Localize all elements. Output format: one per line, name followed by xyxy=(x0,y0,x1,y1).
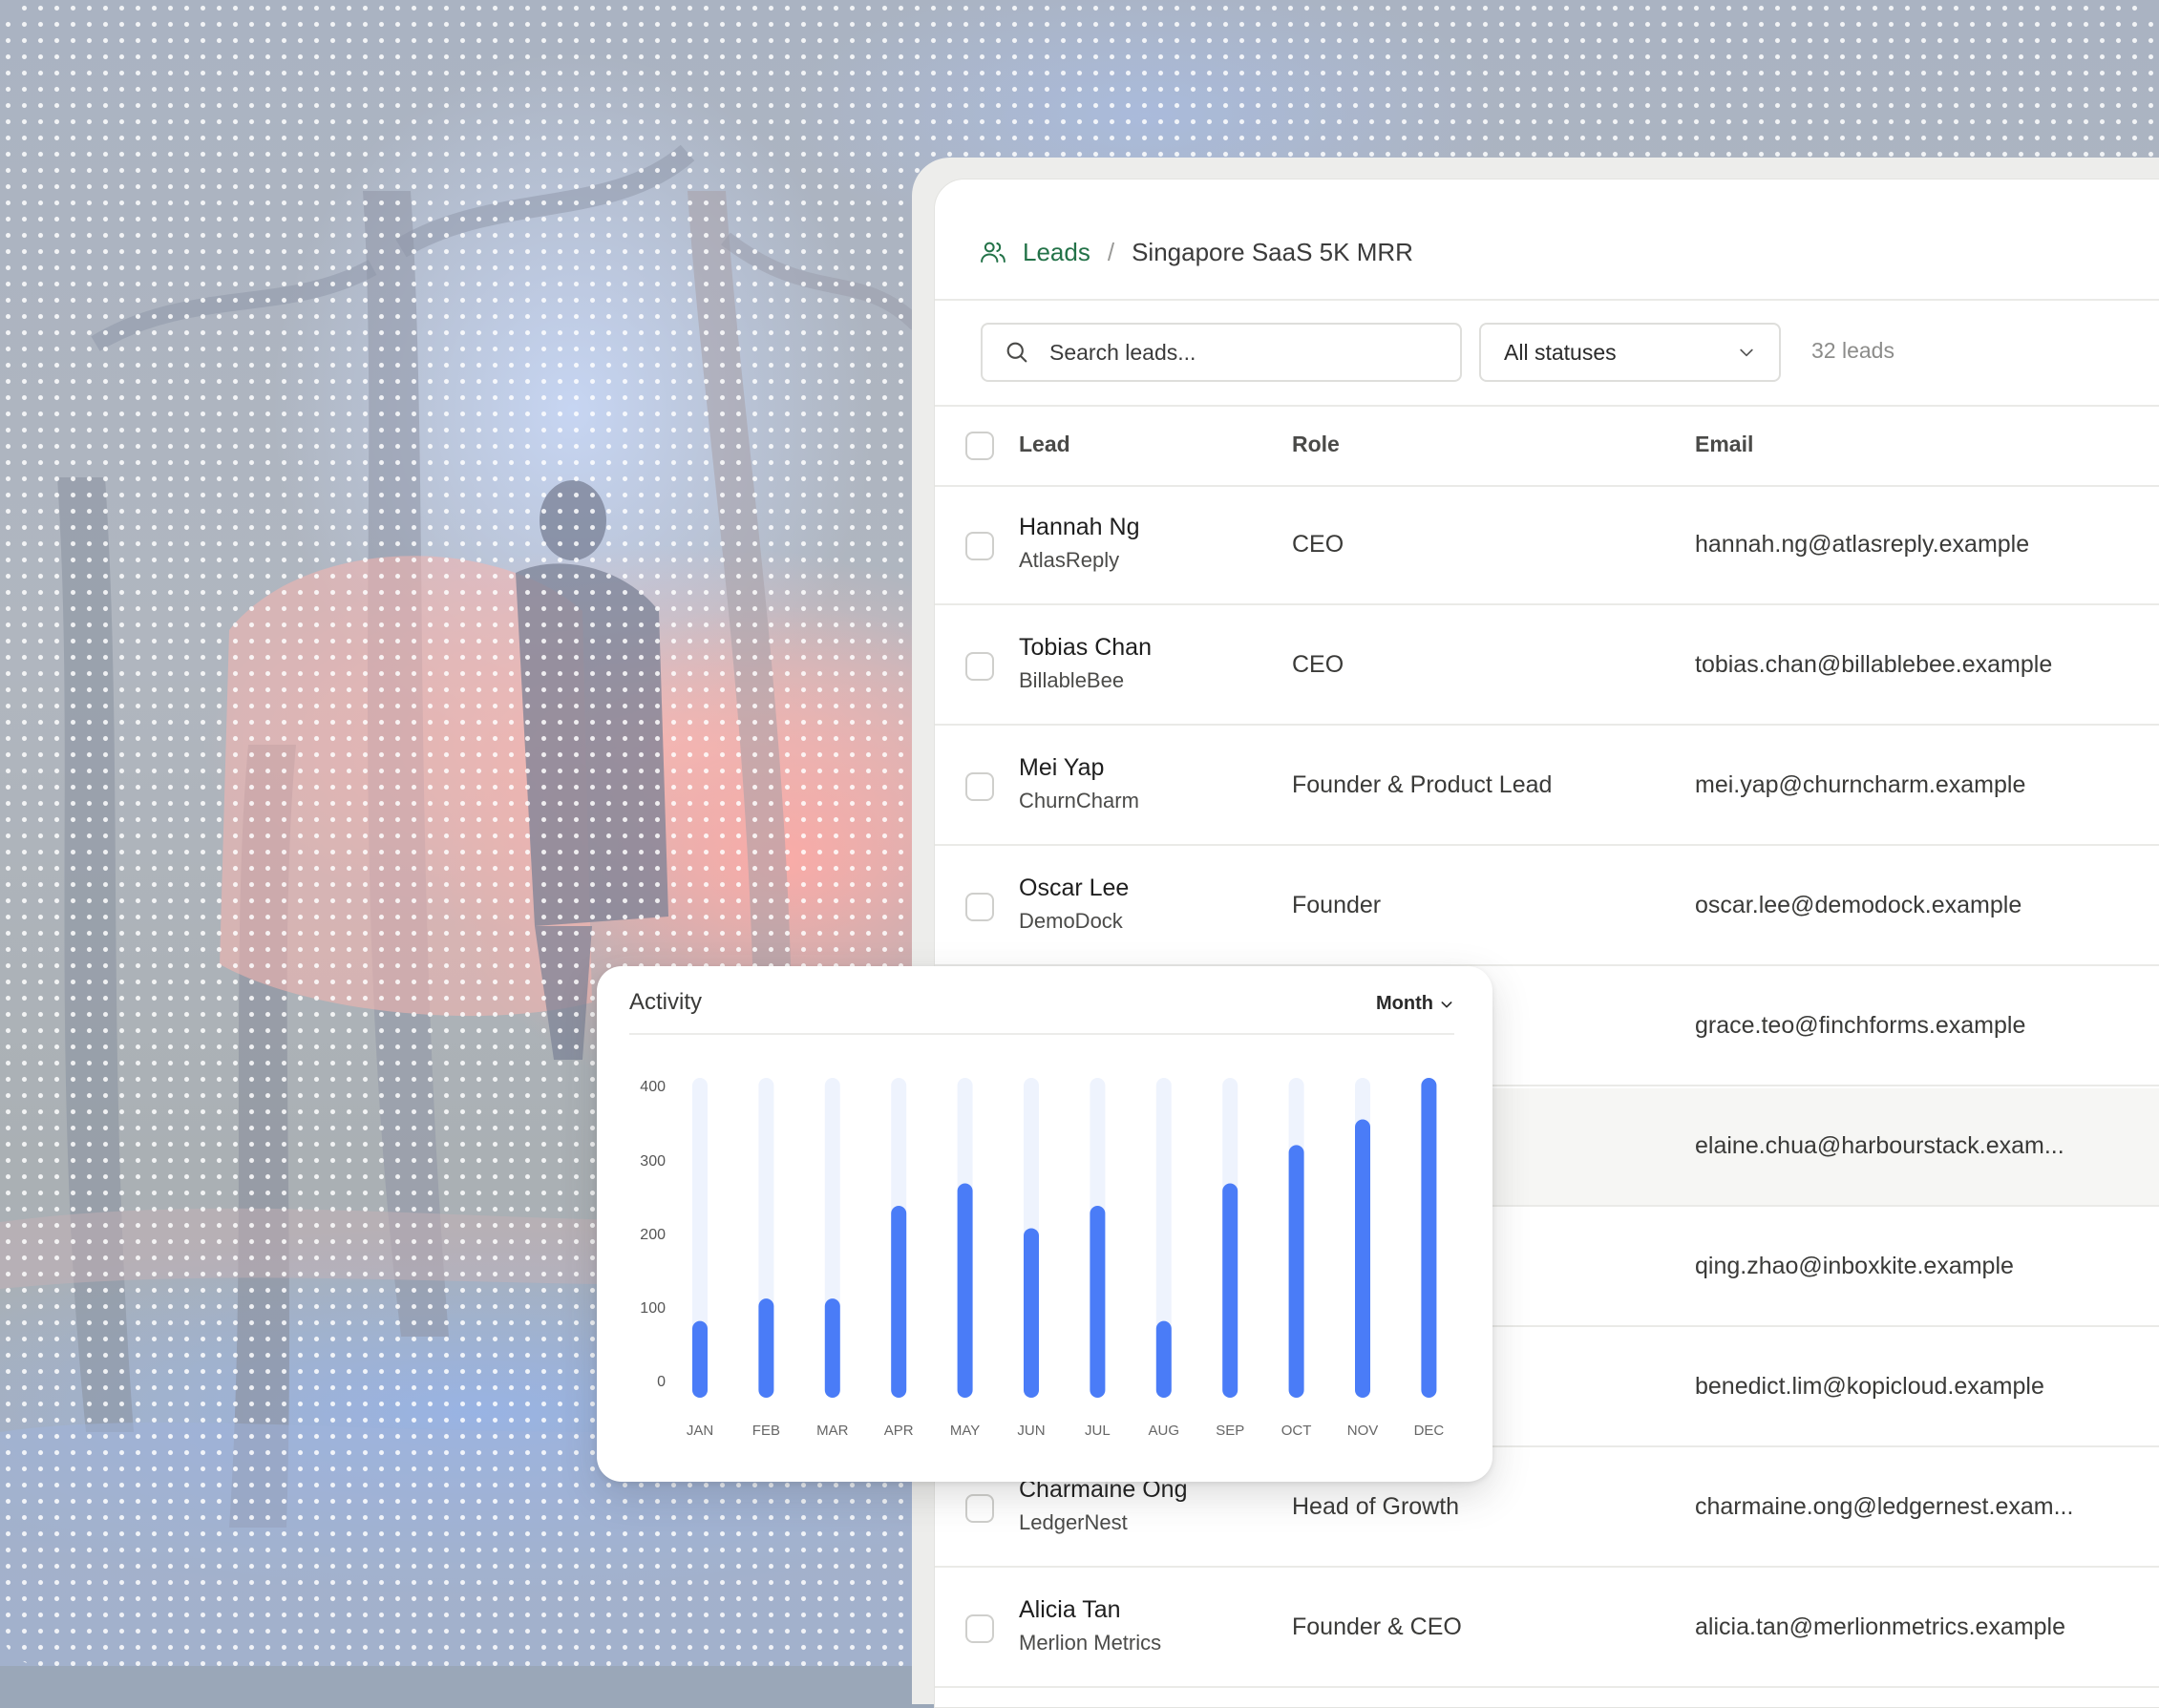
lead-email[interactable]: elaine.chua@harbourstack.exam... xyxy=(1695,1132,2064,1160)
lead-name: Tobias Chan xyxy=(1019,634,1152,661)
bar-feb[interactable] xyxy=(758,1298,774,1398)
lead-email[interactable]: charmaine.ong@ledgernest.exam... xyxy=(1695,1493,2073,1521)
x-tick-label: APR xyxy=(884,1423,914,1439)
lead-name: Oscar Lee xyxy=(1019,875,1130,901)
search-input[interactable] xyxy=(1048,338,1414,367)
search-box[interactable] xyxy=(981,323,1462,382)
bar-mar[interactable] xyxy=(824,1298,840,1398)
activity-card: Activity Month 0 100 200 300 400 JAN FEB MAR APR… xyxy=(597,966,1492,1482)
x-tick-label: JAN xyxy=(687,1423,713,1439)
lead-email[interactable]: hannah.ng@atlasreply.example xyxy=(1695,531,2029,559)
table-header: Lead Role Email xyxy=(935,407,2159,485)
x-tick-label: MAR xyxy=(816,1423,849,1439)
x-tick-label: JUN xyxy=(1017,1423,1045,1439)
lead-name: Hannah Ng xyxy=(1019,514,1140,540)
table-row[interactable]: Alicia Tan Merlion Metrics Founder & CEO al… xyxy=(935,1570,2159,1688)
column-header-role[interactable]: Role xyxy=(1292,432,1340,457)
x-tick-label: DEC xyxy=(1414,1423,1445,1439)
row-checkbox[interactable] xyxy=(965,532,994,560)
table-row[interactable]: Mei Yap ChurnCharm Founder & Product Lead m… xyxy=(935,727,2159,846)
users-icon xyxy=(981,242,1005,263)
lead-name: Alicia Tan xyxy=(1019,1596,1121,1623)
breadcrumb: Leads / Singapore SaaS 5K MRR xyxy=(979,223,1413,281)
lead-company: LedgerNest xyxy=(1019,1510,1128,1534)
row-checkbox[interactable] xyxy=(965,772,994,801)
x-tick-label: NOV xyxy=(1347,1423,1379,1439)
breadcrumb-separator: / xyxy=(1107,237,1115,266)
bar-may[interactable] xyxy=(957,1183,973,1398)
lead-company: ChurnCharm xyxy=(1019,789,1139,812)
bar-jan[interactable] xyxy=(692,1320,708,1398)
lead-role: Founder & CEO xyxy=(1292,1613,1462,1640)
lead-company: AtlasReply xyxy=(1019,548,1120,572)
x-tick-label: MAY xyxy=(950,1423,980,1439)
lead-email[interactable]: qing.zhao@inboxkite.example xyxy=(1695,1253,2014,1280)
activity-bar-chart: 0 100 200 300 400 JAN FEB MAR APR MAY JUN JUL AUG SEP… xyxy=(640,1078,1445,1439)
lead-role: Founder xyxy=(1292,892,1382,918)
status-filter-select[interactable]: All statuses xyxy=(1479,323,1781,382)
bar-aug[interactable] xyxy=(1155,1320,1172,1398)
row-checkbox[interactable] xyxy=(965,1614,994,1643)
table-row[interactable]: Hannah Ng AtlasReply CEO hannah.ng@atlasrep… xyxy=(935,487,2159,605)
lead-role: Founder & Product Lead xyxy=(1292,771,1553,798)
lead-company: DemoDock xyxy=(1019,909,1123,933)
bar-jun[interactable] xyxy=(1024,1228,1039,1398)
lead-email[interactable]: tobias.chan@billablebee.example xyxy=(1695,651,2052,679)
select-all-checkbox[interactable] xyxy=(965,432,994,460)
lead-email[interactable]: alicia.tan@merlionmetrics.example xyxy=(1695,1613,2065,1641)
column-header-email[interactable]: Email xyxy=(1695,432,1753,457)
column-header-lead[interactable]: Lead xyxy=(1019,432,1070,457)
lead-email[interactable]: mei.yap@churncharm.example xyxy=(1695,771,2025,799)
bar-sep[interactable] xyxy=(1222,1183,1238,1398)
bar-jul[interactable] xyxy=(1090,1206,1106,1398)
table-row[interactable]: Oscar Lee DemoDock Founder oscar.lee@demodo… xyxy=(935,848,2159,966)
bar-oct[interactable] xyxy=(1288,1145,1304,1398)
x-tick-label: OCT xyxy=(1281,1423,1312,1439)
search-icon xyxy=(1006,342,1027,363)
x-tick-label: SEP xyxy=(1216,1423,1244,1439)
lead-email[interactable]: oscar.lee@demodock.example xyxy=(1695,892,2021,919)
x-tick-label: FEB xyxy=(752,1423,780,1439)
table-row[interactable]: Tobias Chan BillableBee CEO tobias.chan@bil… xyxy=(935,607,2159,726)
header-divider xyxy=(935,299,2159,301)
bar-nov[interactable] xyxy=(1355,1119,1370,1398)
bar-apr[interactable] xyxy=(891,1206,907,1398)
y-tick-label: 0 xyxy=(657,1374,666,1390)
chevron-down-icon xyxy=(1740,348,1753,357)
row-checkbox[interactable] xyxy=(965,1494,994,1523)
lead-role: Head of Growth xyxy=(1292,1493,1460,1520)
y-tick-label: 300 xyxy=(640,1153,666,1170)
x-tick-label: AUG xyxy=(1149,1423,1180,1439)
lead-company: BillableBee xyxy=(1019,668,1125,692)
row-checkbox[interactable] xyxy=(965,893,994,921)
x-tick-label: JUL xyxy=(1085,1423,1111,1439)
breadcrumb-leads-link[interactable]: Leads xyxy=(1023,238,1090,267)
status-filter-value: All statuses xyxy=(1504,339,1617,365)
lead-email[interactable]: benedict.lim@kopicloud.example xyxy=(1695,1373,2044,1401)
lead-count: 32 leads xyxy=(1811,338,1894,363)
lead-role: CEO xyxy=(1292,651,1344,678)
row-checkbox[interactable] xyxy=(965,652,994,681)
y-tick-label: 400 xyxy=(640,1079,666,1095)
lead-email[interactable]: grace.teo@finchforms.example xyxy=(1695,1012,2025,1040)
lead-role: CEO xyxy=(1292,531,1344,558)
lead-company: Merlion Metrics xyxy=(1019,1631,1162,1655)
y-tick-label: 200 xyxy=(640,1227,666,1243)
bar-dec[interactable] xyxy=(1421,1078,1437,1398)
lead-name: Mei Yap xyxy=(1019,754,1105,781)
y-tick-label: 100 xyxy=(640,1300,666,1317)
breadcrumb-current: Singapore SaaS 5K MRR xyxy=(1132,237,1413,266)
